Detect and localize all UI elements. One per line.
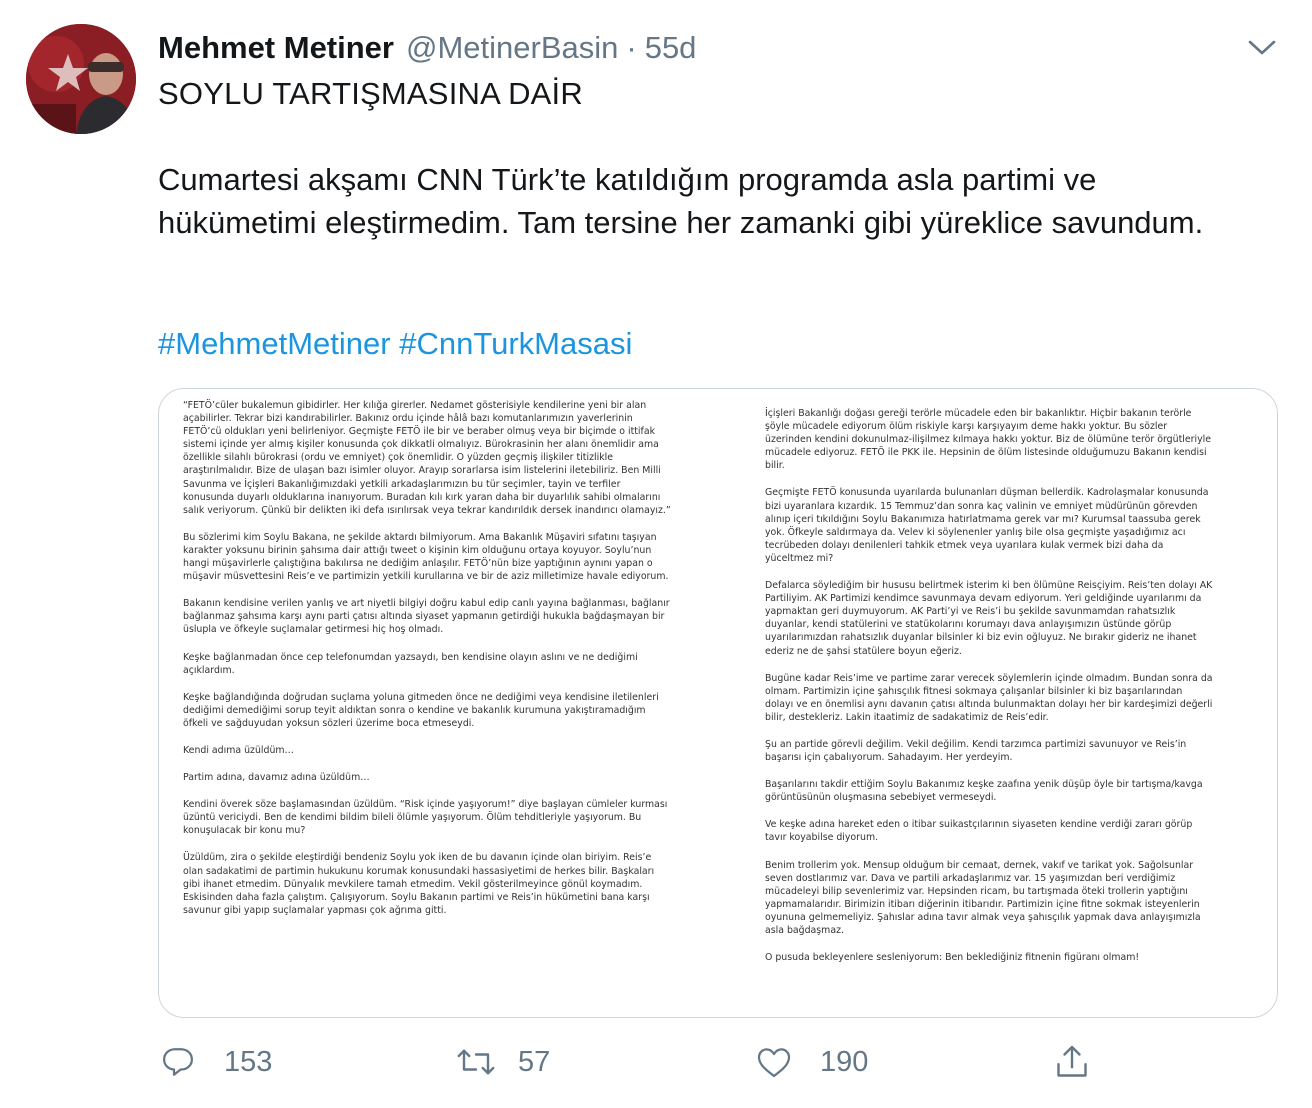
avatar-image <box>26 24 136 134</box>
document-paragraph: Kendi adıma üzüldüm… <box>183 744 294 756</box>
document-paragraph: Defalarca söylediğim bir hususu belirtme… <box>765 580 1213 657</box>
tweet-hashtags: #MehmetMetiner #CnnTurkMasasi <box>158 326 632 362</box>
retweet-button[interactable]: 57 <box>456 1040 550 1084</box>
hashtag-link[interactable]: #MehmetMetiner <box>158 326 391 361</box>
document-right-column: İçişleri Bakanlığı doğası gereği terörle… <box>765 407 1213 978</box>
document-paragraph: Keşke bağlandığında doğrudan suçlama yol… <box>183 691 659 729</box>
separator: · <box>626 30 637 65</box>
share-icon <box>1057 1045 1087 1077</box>
author-handle[interactable]: @MetinerBasin <box>406 30 618 66</box>
document-paragraph: Geçmişte FETÖ konusunda uyarılarda bulun… <box>765 487 1209 564</box>
reply-count: 153 <box>224 1045 273 1078</box>
retweet-icon <box>457 1049 495 1075</box>
document-paragraph: Bugüne kadar Reis’ime ve partime zarar v… <box>765 672 1213 723</box>
document-left-column: “FETÖ’cüler bukalemun gibidirler. Her kı… <box>183 399 673 931</box>
more-options-button[interactable] <box>1246 36 1278 60</box>
document-paragraph: O pusuda bekleyenlere sesleniyorum: Ben … <box>765 952 1140 964</box>
author-name[interactable]: Mehmet Metiner <box>158 30 394 66</box>
document-paragraph: Şu an partide görevli değilim. Vekil değ… <box>765 738 1187 764</box>
document-paragraph: İçişleri Bakanlığı doğası gereği terörle… <box>765 408 1211 472</box>
chevron-down-icon <box>1248 40 1276 55</box>
reply-button[interactable]: 153 <box>160 1040 272 1084</box>
reply-icon <box>163 1048 193 1076</box>
document-paragraph: Bu sözlerimi kim Soylu Bakana, ne şekild… <box>183 531 669 583</box>
heart-icon <box>757 1048 791 1078</box>
tweet-actions: 153 57 190 <box>0 1040 1312 1088</box>
document-paragraph: Başarılarını takdir ettiğim Soylu Bakanı… <box>765 779 1203 804</box>
tweet-time[interactable]: 55d <box>645 30 697 66</box>
document-paragraph: Keşke bağlanmadan önce cep telefonumdan … <box>183 651 638 676</box>
document-paragraph: Benim trollerim yok. Mensup olduğum bir … <box>765 859 1201 936</box>
attached-image[interactable]: “FETÖ’cüler bukalemun gibidirler. Her kı… <box>158 388 1278 1018</box>
document-paragraph: Ve keşke adına hareket eden o itibar sui… <box>765 819 1193 844</box>
tweet-title: SOYLU TARTIŞMASINA DAİR <box>158 76 583 111</box>
like-count: 190 <box>820 1045 869 1078</box>
retweet-count: 57 <box>518 1045 551 1078</box>
document-paragraph: Kendini överek söze başlamasından üzüldü… <box>183 799 668 837</box>
like-button[interactable]: 190 <box>756 1040 868 1084</box>
avatar[interactable] <box>26 24 136 134</box>
tweet-header: Mehmet Metiner @MetinerBasin · 55d <box>158 28 696 68</box>
document-paragraph: Bakanın kendisine verilen yanlış ve art … <box>183 598 670 636</box>
document-paragraph: Üzüldüm, zira o şekilde eleştirdiği bend… <box>183 852 655 916</box>
share-button[interactable] <box>1054 1040 1090 1084</box>
hashtag-link[interactable]: #CnnTurkMasasi <box>399 326 632 361</box>
document-paragraph: Partim adına, davamız adına üzüldüm… <box>183 772 370 784</box>
tweet-text: Cumartesi akşamı CNN Türk’te katıldığım … <box>158 162 1204 240</box>
document-paragraph: “FETÖ’cüler bukalemun gibidirler. Her kı… <box>183 400 671 516</box>
